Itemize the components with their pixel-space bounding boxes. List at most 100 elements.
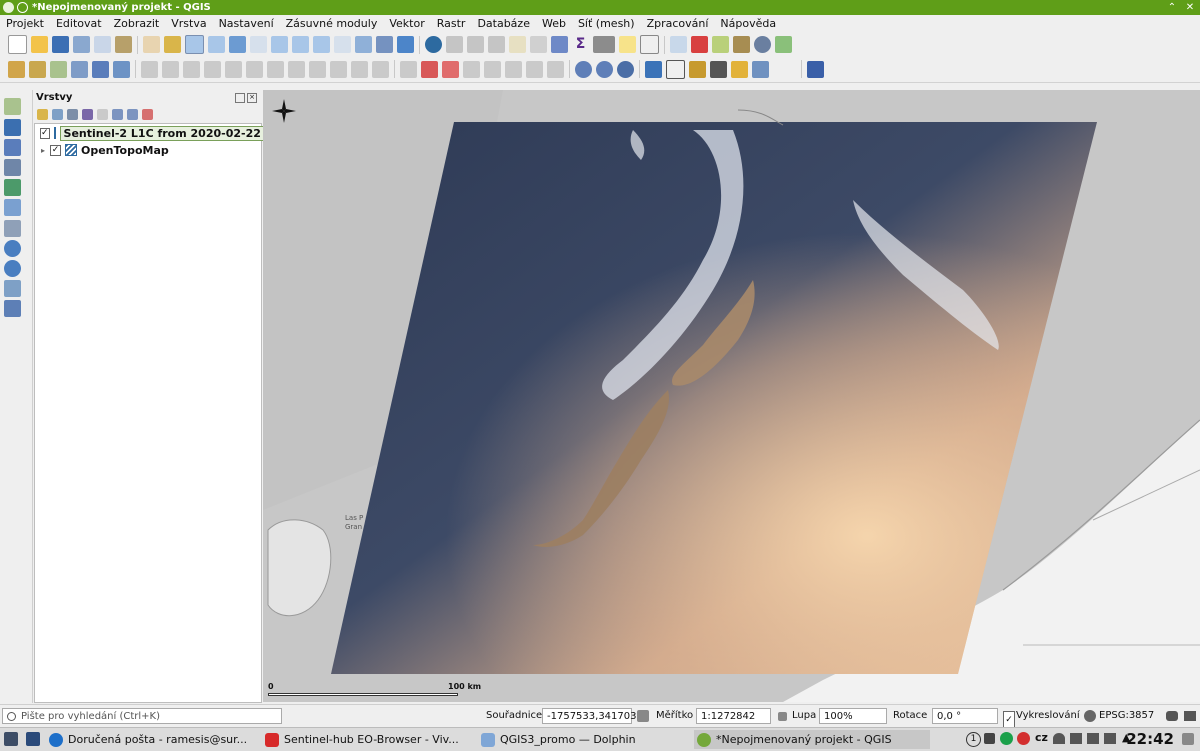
search-plugin-icon[interactable] <box>733 36 750 53</box>
undo-icon[interactable] <box>351 60 368 78</box>
label-tool-icon[interactable] <box>400 60 417 78</box>
label-move-icon[interactable] <box>463 60 480 78</box>
filter-legend-icon[interactable] <box>82 108 93 120</box>
toggle-editing-icon[interactable] <box>162 60 179 78</box>
crs-globe-icon[interactable] <box>1084 710 1096 722</box>
zoom-native-icon[interactable] <box>292 36 309 53</box>
battery-icon[interactable] <box>1087 733 1099 744</box>
app-menu-icon[interactable] <box>3 2 14 13</box>
panel-float-icon[interactable] <box>235 93 245 103</box>
menu-zasuvne-moduly[interactable]: Zásuvné moduly <box>280 15 384 32</box>
layer-visibility-checkbox[interactable]: ✓ <box>50 144 61 156</box>
new-geopackage-icon[interactable] <box>29 60 46 78</box>
menu-napoveda[interactable]: Nápověda <box>714 15 782 32</box>
paste-features-icon[interactable] <box>330 60 347 78</box>
open-project-icon[interactable] <box>31 36 48 53</box>
edit-pencil-icon[interactable] <box>141 60 158 78</box>
clipboard-icon[interactable] <box>984 733 995 744</box>
messages-icon[interactable] <box>1166 711 1178 721</box>
taskbar-item-mail[interactable]: Doručená pošta - ramesis@sur... <box>46 730 280 749</box>
add-raster-layer-icon[interactable] <box>4 119 21 136</box>
copy-features-icon[interactable] <box>309 60 326 78</box>
filter-expression-icon[interactable] <box>97 108 108 120</box>
web-service-3-icon[interactable] <box>617 60 634 78</box>
zoom-layer-icon[interactable] <box>271 36 288 53</box>
zoom-selection-icon[interactable] <box>250 36 267 53</box>
add-raster-icon[interactable] <box>71 60 88 78</box>
expand-all-icon[interactable] <box>112 108 123 120</box>
measure-icon[interactable] <box>593 36 615 53</box>
desktop-peek-icon[interactable] <box>1182 733 1194 745</box>
save-edits-icon[interactable] <box>183 60 200 78</box>
label-pin-icon[interactable] <box>421 60 438 78</box>
volume-icon[interactable] <box>1070 733 1082 744</box>
redo-icon[interactable] <box>372 60 389 78</box>
vivaldi-tray-icon[interactable] <box>1017 732 1030 745</box>
sentinel-plugin-icon[interactable] <box>712 36 729 53</box>
label-abc-icon[interactable] <box>442 60 459 78</box>
save-as-icon[interactable] <box>73 36 90 53</box>
coordinate-field[interactable]: -1757533,3417031 <box>542 708 643 724</box>
lock-icon[interactable] <box>778 712 787 721</box>
field-calculator-icon[interactable] <box>530 36 547 53</box>
pan-to-selection-icon[interactable] <box>164 36 181 53</box>
wifi-icon[interactable] <box>1053 733 1065 744</box>
menu-vrstva[interactable]: Vrstva <box>165 15 212 32</box>
select-by-value-icon[interactable] <box>467 36 484 53</box>
menu-nastaveni[interactable]: Nastavení <box>213 15 280 32</box>
manage-visibility-icon[interactable] <box>67 108 78 120</box>
rotation-field[interactable]: 0,0 ° <box>932 708 998 724</box>
vertex-tool-icon[interactable] <box>225 60 242 78</box>
print-layout-icon[interactable] <box>94 36 111 53</box>
layer-name[interactable]: OpenTopoMap <box>81 144 169 157</box>
menu-rastr[interactable]: Rastr <box>431 15 472 32</box>
web-service-icon[interactable] <box>575 60 592 78</box>
globe-plugin-icon[interactable] <box>754 36 771 53</box>
chat-icon[interactable] <box>1000 732 1013 745</box>
add-wms-layer-icon[interactable] <box>4 240 21 257</box>
menu-web[interactable]: Web <box>536 15 572 32</box>
label-change-icon[interactable] <box>505 60 522 78</box>
log-icon[interactable] <box>1184 711 1196 721</box>
modify-attributes-icon[interactable] <box>246 60 263 78</box>
layer-styling-icon[interactable] <box>37 108 48 120</box>
extent-plugin-icon[interactable] <box>775 36 792 53</box>
add-mesh-layer-icon[interactable] <box>4 139 21 156</box>
layer-name[interactable]: Sentinel-2 L1C from 2020-02-22 <box>59 125 265 141</box>
text-annotation-icon[interactable] <box>640 35 659 54</box>
scale-field[interactable]: 1:1272842 <box>696 708 771 724</box>
plugin-tag-icon[interactable] <box>689 60 706 78</box>
zoom-full-icon[interactable] <box>229 36 246 53</box>
georeferencer-icon[interactable] <box>691 36 708 53</box>
taskbar-item-qgis[interactable]: *Nepojmenovaný projekt - QGIS <box>694 730 930 749</box>
add-virtual-layer-icon[interactable] <box>4 220 21 237</box>
zoom-out-icon[interactable] <box>208 36 225 53</box>
crosshair-icon[interactable] <box>666 59 685 79</box>
add-wfs-layer-icon[interactable] <box>4 280 21 297</box>
clock[interactable]: 22:42 <box>1126 730 1174 749</box>
cut-features-icon[interactable] <box>288 60 305 78</box>
add-delimited-text-icon[interactable] <box>4 159 21 176</box>
menu-vektor[interactable]: Vektor <box>383 15 430 32</box>
hazard-icon[interactable] <box>731 60 748 78</box>
python-console-icon[interactable] <box>645 60 662 78</box>
bookmark-icon[interactable] <box>376 36 393 53</box>
map-canvas[interactable]: Las P Gran 0 100 km <box>263 90 1200 702</box>
close-button[interactable]: ✕ <box>1184 0 1196 15</box>
layer-row[interactable]: ▸ ✓ OpenTopoMap <box>35 142 259 158</box>
magnifier-field[interactable]: 100% <box>819 708 887 724</box>
menu-editovat[interactable]: Editovat <box>50 15 108 32</box>
taskbar-item-dolphin[interactable]: QGIS3_promo — Dolphin <box>478 730 712 749</box>
add-group-icon[interactable] <box>52 108 63 120</box>
menu-databaze[interactable]: Databáze <box>471 15 536 32</box>
power-icon[interactable] <box>1104 733 1116 744</box>
map-tips-icon[interactable] <box>619 36 636 53</box>
panel-close-icon[interactable]: × <box>247 93 257 103</box>
airplane-icon[interactable] <box>710 60 727 78</box>
menu-projekt[interactable]: Projekt <box>0 15 50 32</box>
add-wms-icon[interactable] <box>113 60 130 78</box>
statistics-sigma-icon[interactable]: Σ <box>572 36 589 53</box>
refresh-icon[interactable] <box>397 36 414 53</box>
add-mesh-icon[interactable] <box>92 60 109 78</box>
label-diagram-icon[interactable] <box>547 60 564 78</box>
